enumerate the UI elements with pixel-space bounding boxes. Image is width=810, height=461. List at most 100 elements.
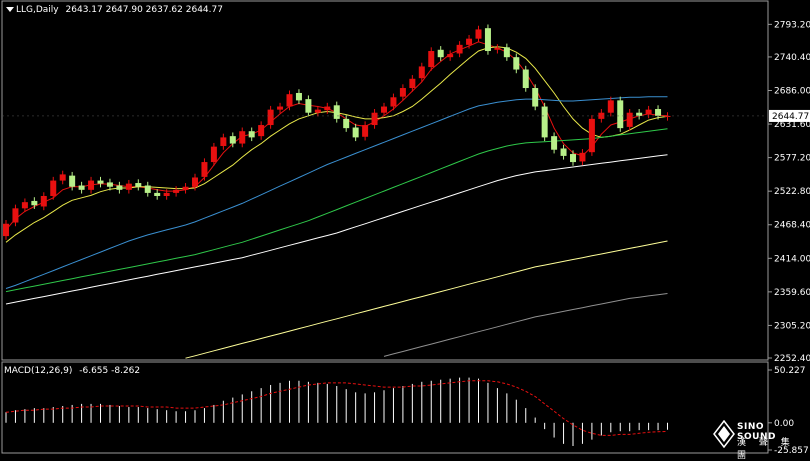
candle-body (173, 189, 180, 193)
candle-body (362, 125, 369, 137)
ma-line-ma10 (5, 46, 668, 243)
candle-body (21, 202, 28, 209)
candle-body (78, 185, 85, 190)
macd-label: MACD(12,26,9) (4, 366, 73, 376)
candle-body (154, 192, 161, 196)
ma-line-ma30 (5, 96, 668, 289)
candle-body (12, 208, 19, 223)
price-axis-label: 2359.60 (774, 288, 810, 298)
candle-body (522, 69, 529, 89)
candle-body (475, 29, 482, 39)
candle-body (560, 148, 567, 156)
candle-body (182, 186, 189, 190)
candle-body (343, 118, 350, 129)
price-axis-label: 2252.40 (774, 354, 810, 364)
candle-body (258, 125, 265, 137)
candle-body (229, 136, 236, 144)
candle-body (31, 200, 38, 206)
ohlc-values: 2643.17 2647.90 2637.62 2644.77 (65, 5, 223, 15)
current-price-label: 2644.77 (772, 112, 809, 122)
candle-body (40, 195, 47, 207)
candle-body (97, 180, 104, 184)
candle-body (163, 192, 170, 196)
candle-body (503, 47, 510, 58)
candle-body (437, 49, 444, 58)
candle-body (116, 185, 123, 190)
candle-body (447, 54, 454, 58)
ma-line-ma5 (5, 41, 668, 231)
candle-body (551, 136, 558, 150)
candle-body (267, 109, 274, 126)
candle-body (239, 131, 246, 144)
candle-body (466, 38, 473, 45)
price-axis-label: 2522.80 (774, 187, 810, 197)
candle-body (399, 88, 406, 97)
candle-body (579, 152, 586, 162)
candle-body (144, 185, 151, 193)
candle-body (418, 66, 425, 79)
candle-body (381, 106, 387, 113)
candle-body (513, 57, 520, 70)
sino-sound-logo: SINO SOUND 漢 聲 集 團 (713, 420, 803, 461)
ma-line-ma250 (185, 240, 668, 359)
candle-body (69, 175, 76, 187)
symbol-name: LLG,Daily (16, 5, 59, 15)
candle-body (59, 174, 66, 181)
candle-body (295, 92, 302, 101)
candle-body (428, 51, 435, 68)
candle-body (494, 47, 501, 50)
candle-body (607, 100, 614, 113)
candle-body (3, 223, 9, 237)
candle-body (314, 109, 321, 113)
candle-body (248, 131, 255, 138)
chart-svg: 2793.202740.402686.002631.602577.202522.… (1, 0, 810, 456)
price-axis-label: 2468.40 (774, 221, 810, 231)
candle-body (390, 97, 397, 107)
candle-body (50, 180, 57, 196)
ma-line-ma60 (5, 128, 668, 293)
candle-body (210, 146, 217, 163)
price-axis-label: 2305.20 (774, 321, 810, 331)
candle-body (371, 112, 378, 126)
candle-body (106, 182, 113, 187)
ma-line-ma120 (5, 154, 668, 305)
candle-body (88, 180, 95, 190)
candle-body (286, 94, 293, 107)
candle-body (570, 154, 576, 163)
symbol-line: LLG,Daily 2643.17 2647.90 2637.62 2644.7… (16, 5, 223, 15)
candle-body (626, 112, 633, 127)
candle-body (201, 162, 208, 177)
candle-body (125, 183, 132, 190)
candle-body (305, 99, 312, 113)
candle-body (277, 106, 284, 110)
price-axis-label: 2577.20 (774, 154, 810, 164)
ma-line-ma500 (383, 293, 668, 357)
macd-values: -6.655 -8.262 (79, 366, 141, 376)
candle-body (655, 109, 662, 116)
candle-body (135, 183, 142, 187)
candle-body (409, 78, 416, 89)
price-axis-label: 2740.40 (774, 53, 810, 63)
logo-subtitle: 漢 聲 集 團 (737, 438, 795, 461)
candle-body (588, 118, 595, 153)
macd-line: MACD(12,26,9) -6.655 -8.262 (4, 366, 140, 376)
candle-body (484, 28, 491, 52)
price-axis-label: 2686.00 (774, 86, 810, 96)
candle-body (192, 177, 198, 187)
candle-body (333, 105, 340, 119)
candle-body (617, 100, 624, 129)
candle-body (645, 109, 652, 115)
price-axis-label: 2793.20 (774, 20, 810, 30)
candle-body (352, 127, 359, 138)
candle-body (220, 137, 227, 147)
macd-axis-label: 50.227 (774, 366, 806, 376)
logo-diamond-icon (713, 420, 735, 448)
candle-body (541, 106, 548, 138)
chart-window: 2793.20 2740.40 2686.00 2631.60 2577.20 2522.… (0, 0, 810, 461)
candle-body (456, 44, 463, 54)
candle-body (324, 106, 331, 111)
price-axis-label: 2414.00 (774, 254, 810, 264)
candle-body (532, 88, 539, 107)
candle-body (636, 112, 643, 116)
symbol-dropdown-icon[interactable] (6, 7, 14, 12)
